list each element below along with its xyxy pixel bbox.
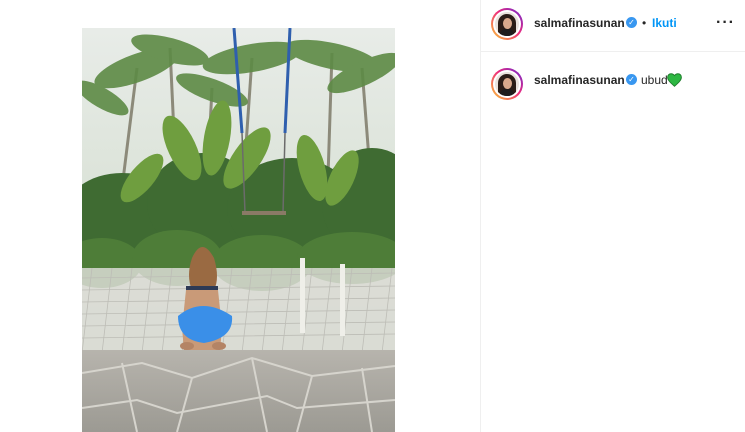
verified-badge-icon: ✓ [626, 17, 637, 28]
caption-avatar[interactable] [491, 68, 523, 100]
caption-username-link[interactable]: salmafinasunan [534, 73, 625, 87]
avatar-ring [493, 10, 521, 38]
post-sidebar: salmafinasunan ✓ • Ikuti ··· salmafinasu… [481, 0, 745, 432]
caption-avatar-image [495, 72, 519, 96]
avatar-image [495, 12, 519, 36]
jungle-swing-photo [82, 28, 395, 432]
avatar[interactable] [491, 8, 523, 40]
post-header: salmafinasunan ✓ • Ikuti ··· [481, 0, 745, 52]
post-media-pane [0, 0, 480, 432]
post-photo[interactable] [82, 28, 395, 432]
header-username-link[interactable]: salmafinasunan [534, 16, 625, 30]
caption-verified-badge-icon: ✓ [626, 74, 637, 85]
more-options-icon[interactable]: ··· [716, 14, 735, 32]
caption-text: ubud [641, 73, 668, 87]
green-heart-icon [667, 73, 682, 87]
caption-avatar-ring [493, 70, 521, 98]
header-separator: • [642, 16, 647, 30]
follow-button[interactable]: Ikuti [652, 16, 677, 30]
